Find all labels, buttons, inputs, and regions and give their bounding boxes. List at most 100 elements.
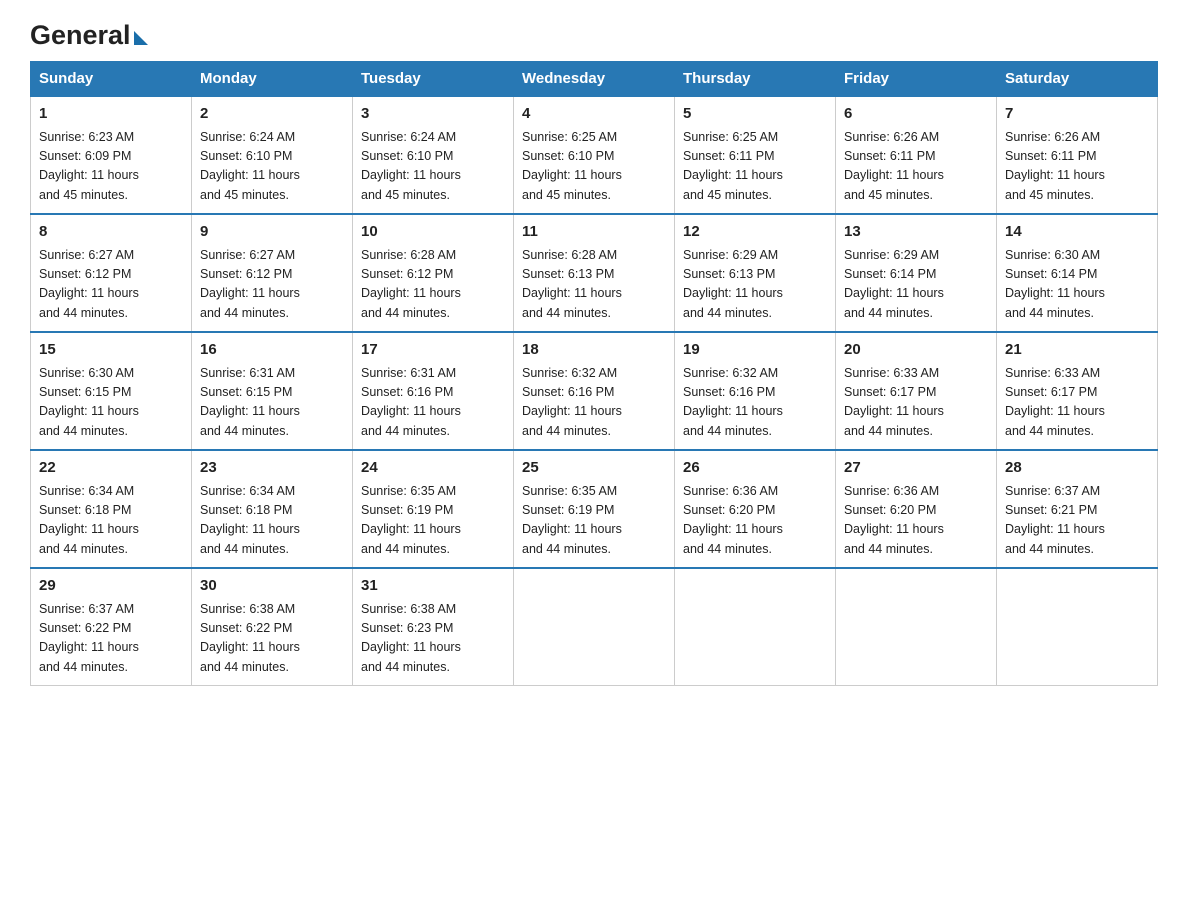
daylight-info-2: and 45 minutes. bbox=[522, 188, 611, 202]
day-info: Sunrise: 6:36 AMSunset: 6:20 PMDaylight:… bbox=[683, 482, 827, 560]
daylight-info-1: Daylight: 11 hours bbox=[683, 404, 783, 418]
daylight-info-2: and 44 minutes. bbox=[361, 542, 450, 556]
daylight-info-1: Daylight: 11 hours bbox=[39, 168, 139, 182]
weekday-header-saturday: Saturday bbox=[997, 62, 1158, 97]
daylight-info-2: and 44 minutes. bbox=[39, 542, 128, 556]
sunrise-info: Sunrise: 6:32 AM bbox=[522, 366, 617, 380]
sunrise-info: Sunrise: 6:38 AM bbox=[200, 602, 295, 616]
sunset-info: Sunset: 6:14 PM bbox=[844, 267, 936, 281]
logo-arrow-icon bbox=[134, 31, 148, 45]
calendar-cell: 9Sunrise: 6:27 AMSunset: 6:12 PMDaylight… bbox=[192, 214, 353, 332]
calendar-cell: 6Sunrise: 6:26 AMSunset: 6:11 PMDaylight… bbox=[836, 96, 997, 214]
sunset-info: Sunset: 6:15 PM bbox=[39, 385, 131, 399]
calendar-cell: 26Sunrise: 6:36 AMSunset: 6:20 PMDayligh… bbox=[675, 450, 836, 568]
calendar-week-row: 8Sunrise: 6:27 AMSunset: 6:12 PMDaylight… bbox=[31, 214, 1158, 332]
day-number: 19 bbox=[683, 339, 827, 362]
calendar-cell: 2Sunrise: 6:24 AMSunset: 6:10 PMDaylight… bbox=[192, 96, 353, 214]
day-info: Sunrise: 6:29 AMSunset: 6:14 PMDaylight:… bbox=[844, 246, 988, 324]
daylight-info-2: and 44 minutes. bbox=[39, 660, 128, 674]
sunrise-info: Sunrise: 6:24 AM bbox=[200, 130, 295, 144]
day-number: 31 bbox=[361, 575, 505, 598]
day-info: Sunrise: 6:35 AMSunset: 6:19 PMDaylight:… bbox=[522, 482, 666, 560]
daylight-info-2: and 44 minutes. bbox=[844, 542, 933, 556]
calendar-week-row: 15Sunrise: 6:30 AMSunset: 6:15 PMDayligh… bbox=[31, 332, 1158, 450]
daylight-info-2: and 44 minutes. bbox=[39, 306, 128, 320]
sunrise-info: Sunrise: 6:30 AM bbox=[1005, 248, 1100, 262]
daylight-info-2: and 44 minutes. bbox=[361, 660, 450, 674]
sunset-info: Sunset: 6:19 PM bbox=[522, 503, 614, 517]
daylight-info-1: Daylight: 11 hours bbox=[1005, 522, 1105, 536]
sunset-info: Sunset: 6:13 PM bbox=[683, 267, 775, 281]
sunset-info: Sunset: 6:23 PM bbox=[361, 621, 453, 635]
daylight-info-1: Daylight: 11 hours bbox=[522, 404, 622, 418]
sunset-info: Sunset: 6:21 PM bbox=[1005, 503, 1097, 517]
weekday-header-monday: Monday bbox=[192, 62, 353, 97]
daylight-info-2: and 45 minutes. bbox=[361, 188, 450, 202]
daylight-info-2: and 44 minutes. bbox=[200, 424, 289, 438]
day-info: Sunrise: 6:36 AMSunset: 6:20 PMDaylight:… bbox=[844, 482, 988, 560]
calendar-cell: 21Sunrise: 6:33 AMSunset: 6:17 PMDayligh… bbox=[997, 332, 1158, 450]
daylight-info-1: Daylight: 11 hours bbox=[844, 168, 944, 182]
day-number: 8 bbox=[39, 221, 183, 244]
daylight-info-2: and 44 minutes. bbox=[200, 660, 289, 674]
weekday-header-thursday: Thursday bbox=[675, 62, 836, 97]
daylight-info-1: Daylight: 11 hours bbox=[1005, 168, 1105, 182]
day-number: 6 bbox=[844, 103, 988, 126]
daylight-info-1: Daylight: 11 hours bbox=[200, 286, 300, 300]
day-number: 27 bbox=[844, 457, 988, 480]
sunset-info: Sunset: 6:18 PM bbox=[200, 503, 292, 517]
daylight-info-2: and 45 minutes. bbox=[39, 188, 128, 202]
sunset-info: Sunset: 6:22 PM bbox=[200, 621, 292, 635]
calendar-cell: 25Sunrise: 6:35 AMSunset: 6:19 PMDayligh… bbox=[514, 450, 675, 568]
calendar-cell: 4Sunrise: 6:25 AMSunset: 6:10 PMDaylight… bbox=[514, 96, 675, 214]
calendar-cell: 16Sunrise: 6:31 AMSunset: 6:15 PMDayligh… bbox=[192, 332, 353, 450]
day-number: 16 bbox=[200, 339, 344, 362]
daylight-info-2: and 44 minutes. bbox=[1005, 542, 1094, 556]
daylight-info-2: and 44 minutes. bbox=[1005, 306, 1094, 320]
daylight-info-2: and 44 minutes. bbox=[1005, 424, 1094, 438]
logo: General bbox=[30, 20, 148, 43]
daylight-info-2: and 45 minutes. bbox=[683, 188, 772, 202]
daylight-info-2: and 45 minutes. bbox=[844, 188, 933, 202]
calendar-cell: 17Sunrise: 6:31 AMSunset: 6:16 PMDayligh… bbox=[353, 332, 514, 450]
daylight-info-2: and 44 minutes. bbox=[361, 424, 450, 438]
calendar-cell: 31Sunrise: 6:38 AMSunset: 6:23 PMDayligh… bbox=[353, 568, 514, 686]
day-number: 9 bbox=[200, 221, 344, 244]
page-header: General bbox=[30, 20, 1158, 43]
daylight-info-2: and 44 minutes. bbox=[844, 306, 933, 320]
daylight-info-1: Daylight: 11 hours bbox=[361, 404, 461, 418]
calendar-cell: 27Sunrise: 6:36 AMSunset: 6:20 PMDayligh… bbox=[836, 450, 997, 568]
day-number: 29 bbox=[39, 575, 183, 598]
daylight-info-2: and 45 minutes. bbox=[200, 188, 289, 202]
day-number: 4 bbox=[522, 103, 666, 126]
sunset-info: Sunset: 6:15 PM bbox=[200, 385, 292, 399]
daylight-info-2: and 44 minutes. bbox=[522, 542, 611, 556]
day-number: 7 bbox=[1005, 103, 1149, 126]
calendar-cell: 5Sunrise: 6:25 AMSunset: 6:11 PMDaylight… bbox=[675, 96, 836, 214]
sunset-info: Sunset: 6:11 PM bbox=[683, 149, 775, 163]
sunset-info: Sunset: 6:11 PM bbox=[844, 149, 936, 163]
sunset-info: Sunset: 6:22 PM bbox=[39, 621, 131, 635]
daylight-info-1: Daylight: 11 hours bbox=[361, 640, 461, 654]
sunrise-info: Sunrise: 6:35 AM bbox=[361, 484, 456, 498]
sunrise-info: Sunrise: 6:36 AM bbox=[844, 484, 939, 498]
day-number: 21 bbox=[1005, 339, 1149, 362]
day-info: Sunrise: 6:33 AMSunset: 6:17 PMDaylight:… bbox=[1005, 364, 1149, 442]
day-number: 23 bbox=[200, 457, 344, 480]
sunset-info: Sunset: 6:17 PM bbox=[844, 385, 936, 399]
calendar-cell: 1Sunrise: 6:23 AMSunset: 6:09 PMDaylight… bbox=[31, 96, 192, 214]
sunset-info: Sunset: 6:16 PM bbox=[361, 385, 453, 399]
day-info: Sunrise: 6:34 AMSunset: 6:18 PMDaylight:… bbox=[39, 482, 183, 560]
sunrise-info: Sunrise: 6:37 AM bbox=[39, 602, 134, 616]
calendar-cell bbox=[514, 568, 675, 686]
daylight-info-1: Daylight: 11 hours bbox=[1005, 286, 1105, 300]
day-number: 22 bbox=[39, 457, 183, 480]
calendar-cell bbox=[836, 568, 997, 686]
day-number: 20 bbox=[844, 339, 988, 362]
daylight-info-1: Daylight: 11 hours bbox=[39, 640, 139, 654]
daylight-info-2: and 44 minutes. bbox=[683, 424, 772, 438]
sunrise-info: Sunrise: 6:31 AM bbox=[361, 366, 456, 380]
sunset-info: Sunset: 6:09 PM bbox=[39, 149, 131, 163]
daylight-info-2: and 44 minutes. bbox=[361, 306, 450, 320]
day-info: Sunrise: 6:33 AMSunset: 6:17 PMDaylight:… bbox=[844, 364, 988, 442]
